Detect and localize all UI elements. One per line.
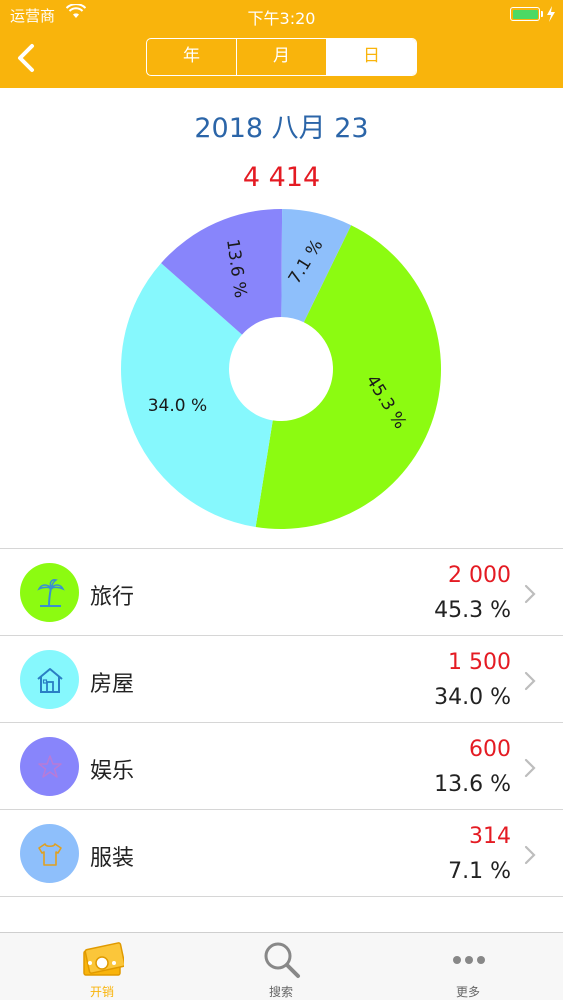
travel-category-badge [20,563,79,622]
category-list: 旅行 2 000 45.3 % 房屋 1 500 34.0 % 娱乐 600 1… [0,548,563,897]
palm-tree-icon [37,579,65,607]
shirt-icon [38,843,62,866]
category-name: 娱乐 [90,759,135,784]
entertainment-category-badge [20,737,79,796]
house-category-badge [20,650,79,709]
list-item-house[interactable]: 房屋 1 500 34.0 % [0,636,563,723]
chevron-right-icon [524,584,536,604]
category-amount: 1 500 [448,650,511,675]
more-icon [453,956,485,964]
chevron-right-icon [524,845,536,865]
chevron-right-icon [524,671,536,691]
category-percent: 7.1 % [448,859,511,884]
list-item-entertainment[interactable]: 娱乐 600 13.6 % [0,723,563,810]
category-name: 服装 [90,846,135,871]
category-name: 旅行 [90,585,135,610]
tab-search[interactable]: 搜索 [221,933,341,1000]
category-percent: 45.3 % [434,598,511,623]
chevron-right-icon [524,758,536,778]
tab-expenses[interactable]: 开销 [42,933,162,1000]
tab-bar: 开销 搜索 更多 [0,932,563,1000]
clothing-category-badge [20,824,79,883]
list-item-clothing[interactable]: 服装 314 7.1 % [0,810,563,897]
category-percent: 34.0 % [434,685,511,710]
slice-label-house: 34.0 % [148,396,207,416]
search-icon [264,942,300,978]
category-percent: 13.6 % [434,772,511,797]
category-amount: 2 000 [448,563,511,588]
tab-more[interactable]: 更多 [408,933,528,1000]
category-name: 房屋 [90,672,135,697]
tab-label: 更多 [455,985,480,999]
money-icon [83,942,124,976]
list-item-travel[interactable]: 旅行 2 000 45.3 % [0,549,563,636]
star-icon [38,755,62,778]
tab-label: 开销 [89,985,114,999]
house-icon [37,668,63,693]
tab-label: 搜索 [268,985,293,999]
category-amount: 314 [469,824,511,849]
category-amount: 600 [469,737,511,762]
expense-pie-chart[interactable]: 45.3 %34.0 %13.6 % 7.1 % [0,0,563,548]
